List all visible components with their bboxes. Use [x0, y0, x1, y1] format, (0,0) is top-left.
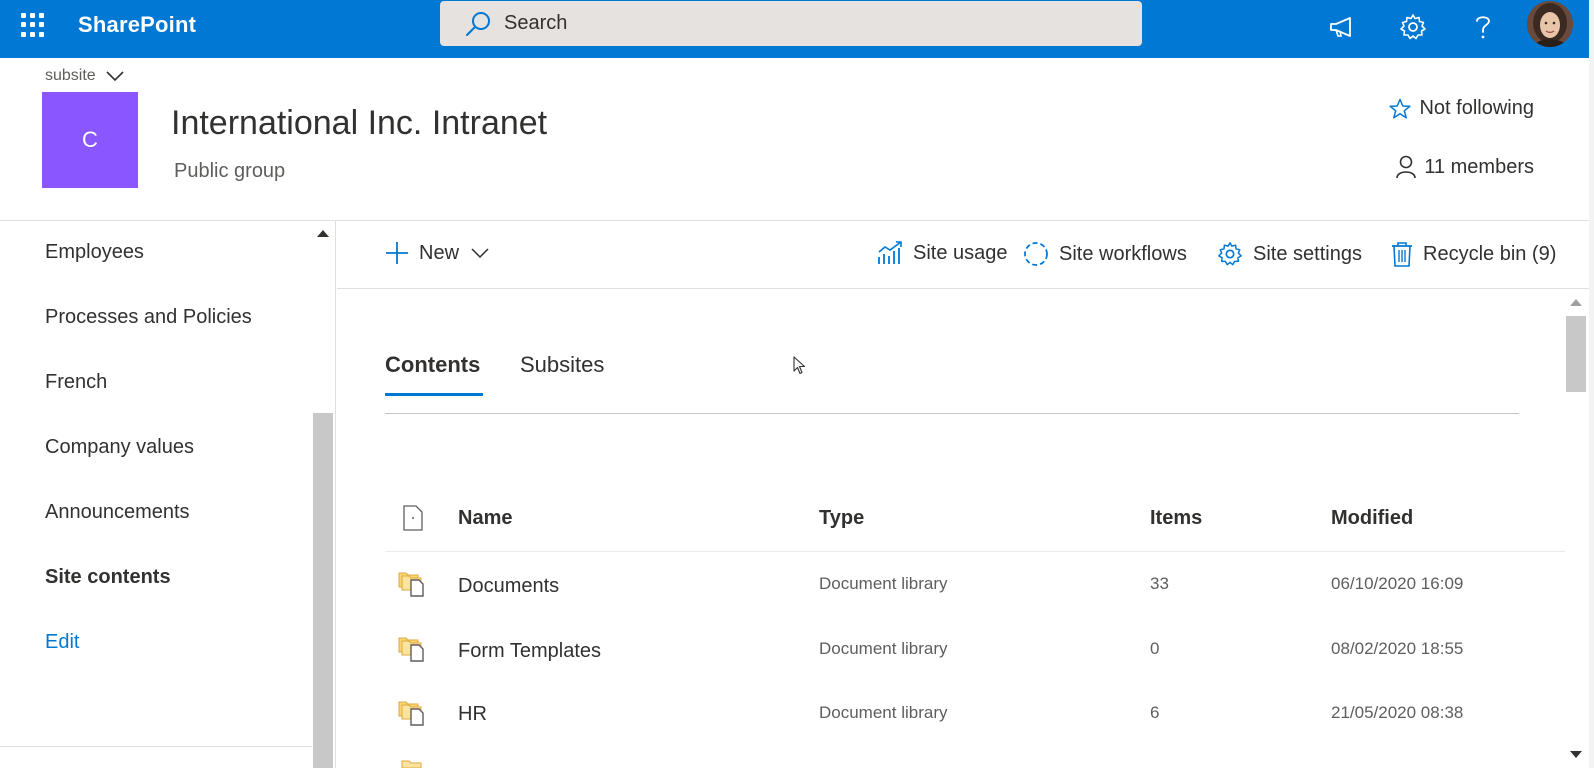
star-icon [1389, 98, 1412, 119]
nav-item-site-contents[interactable]: Site contents [45, 566, 171, 589]
chevron-down-icon [471, 248, 489, 259]
plus-icon [386, 242, 408, 264]
tab-contents[interactable]: Contents [385, 352, 480, 378]
content-scrollbar[interactable] [1563, 289, 1589, 768]
list-item-modified: 21/05/2020 08:38 [1331, 703, 1464, 722]
members-label: 11 members [1424, 155, 1534, 178]
active-tab-indicator [385, 393, 483, 396]
settings-gear-icon [1218, 242, 1242, 266]
scroll-up-arrow[interactable] [1570, 299, 1582, 306]
recycle-bin-button[interactable]: Recycle bin (9) [1391, 241, 1556, 267]
nav-item-company-values[interactable]: Company values [45, 436, 194, 459]
list-item-type: Document library [819, 639, 948, 658]
nav-bottom-divider [0, 746, 312, 747]
app-launcher-icon[interactable] [16, 10, 46, 40]
subsite-breadcrumb[interactable]: subsite [45, 67, 124, 85]
nav-scroll-up-arrow[interactable] [317, 230, 329, 237]
site-settings-label: Site settings [1253, 242, 1362, 265]
document-library-icon [401, 760, 422, 768]
nav-item-employees[interactable]: Employees [45, 241, 144, 264]
column-header-type[interactable]: Type [819, 507, 864, 530]
column-header-name[interactable]: Name [458, 507, 512, 530]
new-label: New [419, 241, 460, 264]
document-library-icon [398, 637, 424, 662]
site-logo-letter: C [82, 127, 98, 152]
nav-item-french[interactable]: French [45, 371, 107, 394]
list-item-name[interactable]: Form Templates [458, 640, 601, 663]
left-navigation: Employees Processes and Policies French … [0, 221, 336, 768]
column-header-items[interactable]: Items [1150, 507, 1202, 530]
trash-icon [1392, 242, 1412, 267]
list-item-modified: 08/02/2020 18:55 [1331, 639, 1464, 658]
nav-item-announcements[interactable]: Announcements [45, 501, 190, 524]
nav-edit-link[interactable]: Edit [45, 631, 79, 654]
site-subtitle: Public group [174, 160, 286, 182]
members-button[interactable]: 11 members [1396, 155, 1534, 179]
file-type-header-icon[interactable] [402, 505, 424, 531]
megaphone-icon[interactable] [1325, 10, 1359, 44]
brand-title[interactable]: SharePoint [78, 12, 196, 38]
nav-scroll-thumb[interactable] [313, 413, 333, 768]
command-bar: New Site usage Site workflows Site setti… [337, 221, 1594, 289]
tab-subsites[interactable]: Subsites [520, 352, 604, 378]
list-item-name[interactable]: Documents [458, 575, 559, 598]
person-icon [1396, 155, 1417, 179]
search-input[interactable] [504, 12, 1104, 35]
recycle-bin-label: Recycle bin (9) [1423, 242, 1557, 265]
follow-button[interactable]: Not following [1389, 97, 1534, 120]
new-button[interactable]: New [385, 241, 489, 265]
document-library-icon [398, 572, 424, 597]
list-item-count: 6 [1150, 703, 1160, 722]
list-item-type: Document library [819, 703, 948, 722]
workflow-icon [1024, 242, 1048, 266]
column-header-modified[interactable]: Modified [1331, 507, 1413, 530]
site-usage-label: Site usage [913, 241, 1008, 264]
site-settings-button[interactable]: Site settings [1217, 241, 1362, 267]
site-workflows-button[interactable]: Site workflows [1023, 241, 1187, 267]
tabs-divider [385, 413, 1519, 414]
breadcrumb-label: subsite [45, 67, 96, 84]
follow-label: Not following [1419, 97, 1534, 119]
scroll-thumb[interactable] [1566, 316, 1586, 392]
list-item-modified: 06/10/2020 16:09 [1331, 574, 1464, 593]
document-library-icon [398, 701, 424, 726]
table-header-divider [385, 551, 1565, 552]
user-avatar[interactable] [1527, 1, 1573, 47]
list-item-count: 0 [1150, 639, 1160, 658]
chevron-down-icon [106, 71, 124, 82]
site-logo[interactable]: C [42, 92, 138, 188]
mouse-cursor-icon [793, 356, 806, 375]
chart-icon [878, 241, 902, 264]
help-icon[interactable] [1466, 10, 1500, 44]
search-box[interactable] [440, 1, 1142, 46]
list-item-count: 33 [1150, 574, 1169, 593]
list-item-type: Document library [819, 574, 948, 593]
nav-item-processes-and-policies[interactable]: Processes and Policies [45, 306, 252, 329]
search-icon [466, 11, 490, 36]
site-usage-button[interactable]: Site usage [877, 241, 1008, 265]
settings-gear-icon[interactable] [1396, 10, 1430, 44]
window-edge [1589, 0, 1594, 768]
scroll-down-arrow[interactable] [1570, 751, 1582, 758]
suite-bar: SharePoint [0, 0, 1594, 58]
site-workflows-label: Site workflows [1059, 242, 1187, 265]
list-item-name[interactable]: HR [458, 703, 487, 726]
site-title[interactable]: International Inc. Intranet [171, 104, 547, 143]
